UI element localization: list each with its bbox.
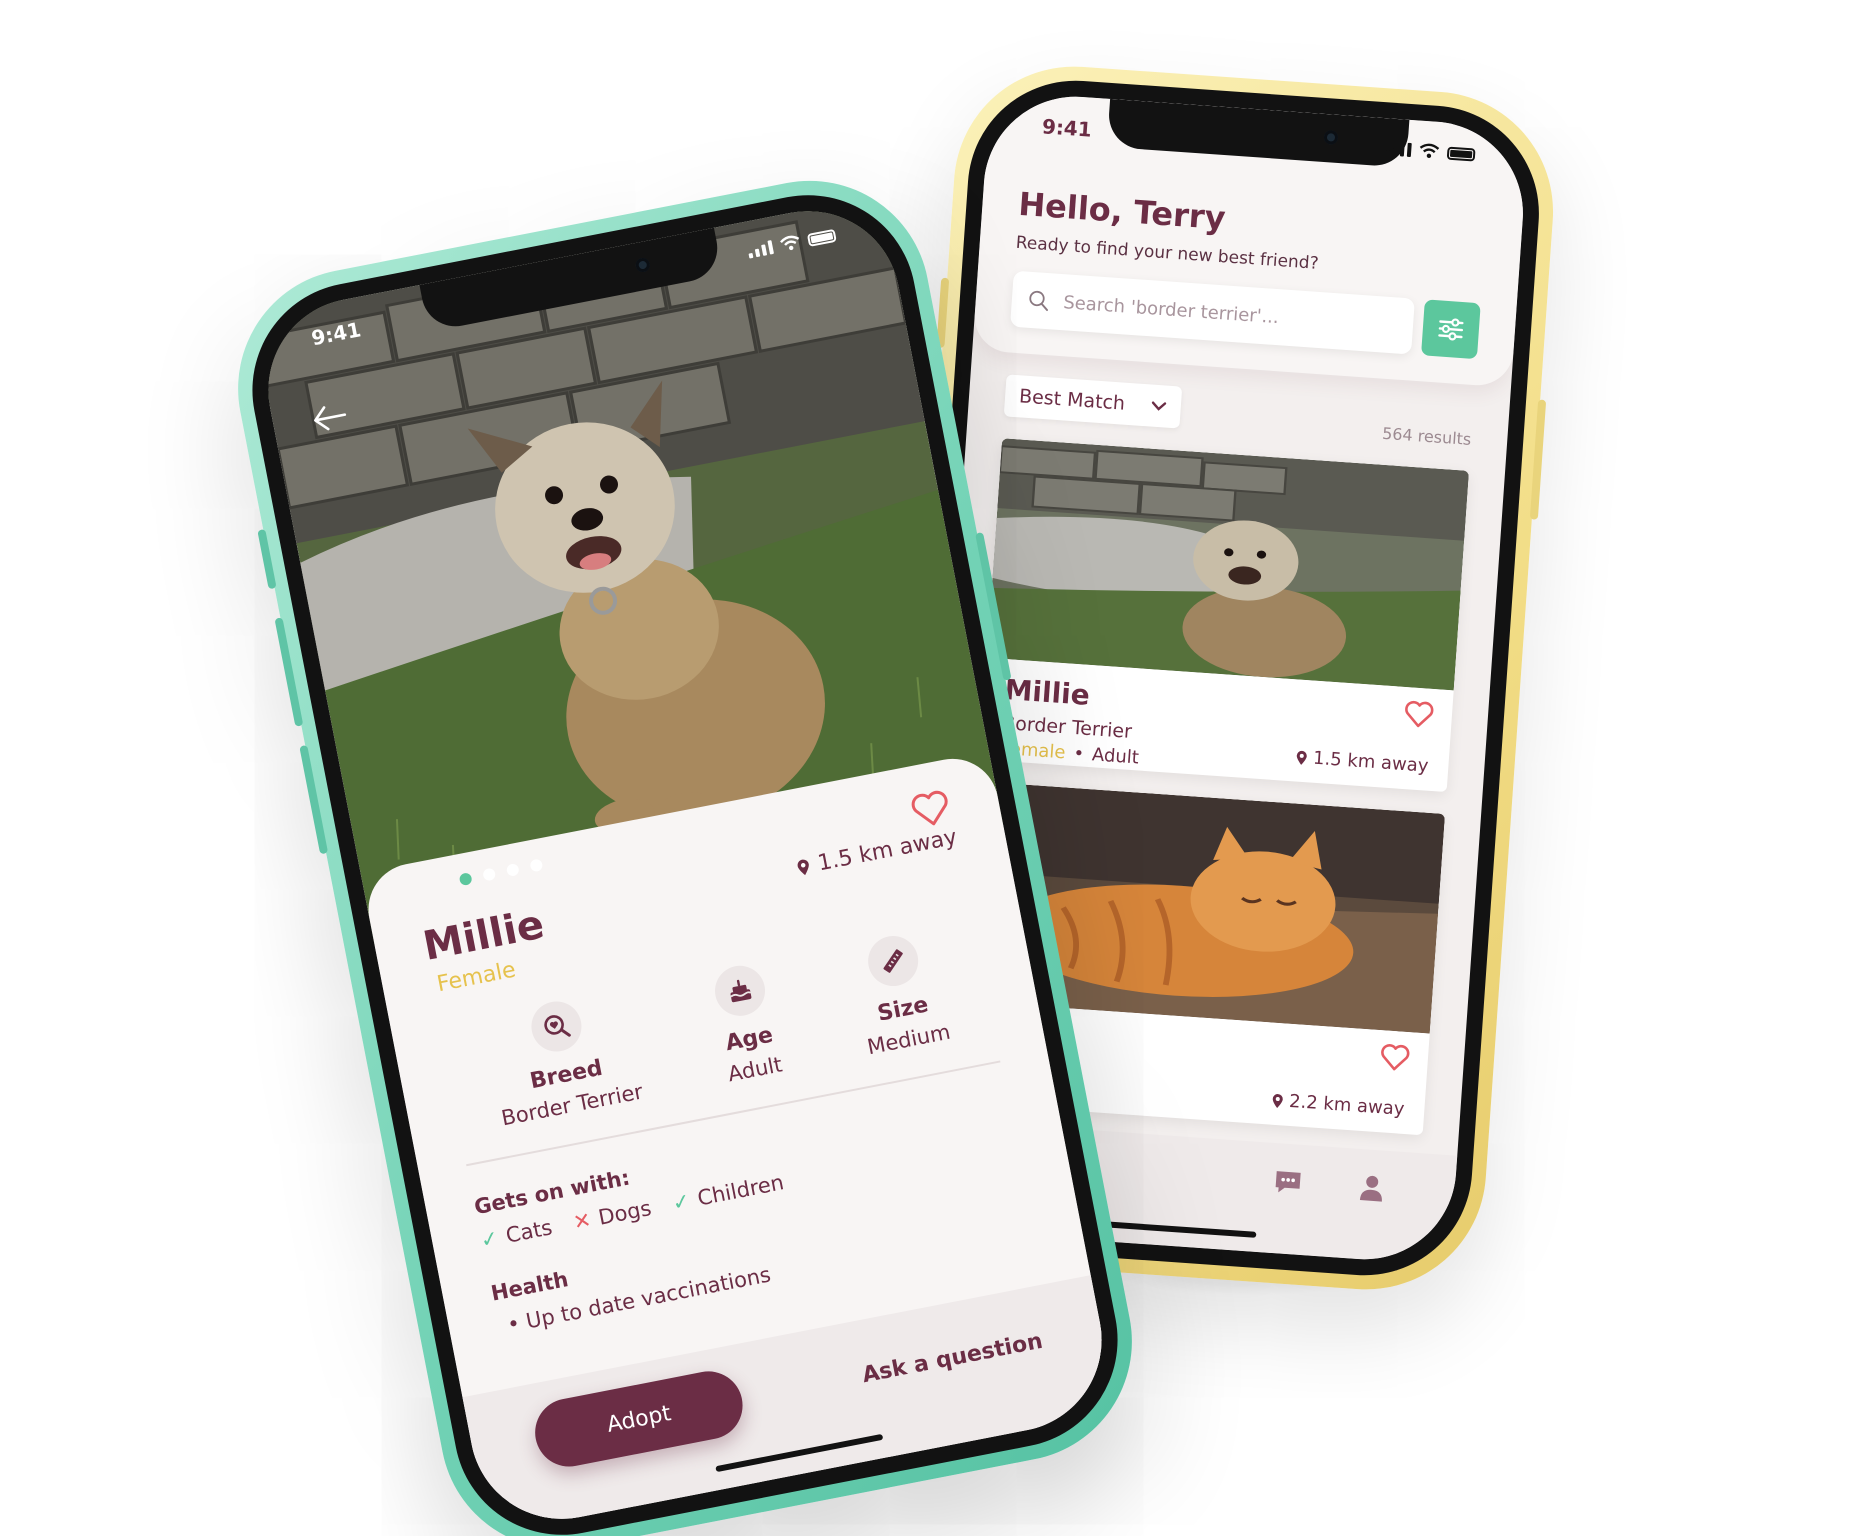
- pet-distance: 1.5 km away: [794, 825, 959, 881]
- compat-label: Children: [695, 1170, 786, 1211]
- search-input[interactable]: [1060, 290, 1398, 337]
- front-camera: [1323, 129, 1339, 145]
- chat-icon[interactable]: [1272, 1167, 1304, 1197]
- compat-item-cats: ✓ Cats: [479, 1215, 555, 1252]
- birthday-cake-icon: [730, 979, 752, 1003]
- check-icon: ✓: [478, 1225, 501, 1253]
- breed-search-icon: [544, 1015, 572, 1037]
- search-box[interactable]: [1010, 270, 1415, 355]
- attribute-breed: Breed Border Terrier: [482, 988, 645, 1130]
- filter-button[interactable]: [1421, 299, 1481, 360]
- location-pin-icon: [1272, 1093, 1283, 1108]
- compat-label: Cats: [503, 1215, 555, 1248]
- profile-icon[interactable]: [1358, 1173, 1386, 1203]
- pet-card-age: Adult: [1091, 744, 1140, 769]
- heart-icon[interactable]: [908, 788, 954, 831]
- meta-separator: •: [1072, 742, 1085, 765]
- attribute-age: Age Adult: [708, 961, 784, 1086]
- location-pin-icon: [797, 859, 809, 875]
- compat-item-dogs: ✕ Dogs: [571, 1196, 653, 1235]
- sort-dropdown-label: Best Match: [1018, 385, 1126, 415]
- carousel-dot[interactable]: [529, 858, 544, 873]
- bullet: •: [505, 1311, 523, 1338]
- attribute-label: Age: [723, 1022, 776, 1057]
- attribute-value: Adult: [725, 1052, 785, 1087]
- ask-question-link[interactable]: Ask a question: [860, 1328, 1045, 1387]
- sort-dropdown[interactable]: Best Match: [1003, 374, 1183, 429]
- battery-icon: [1446, 146, 1476, 162]
- results-count: 564 results: [1381, 423, 1472, 449]
- signal-icon: [1385, 141, 1412, 158]
- status-time: 9:41: [1041, 114, 1093, 142]
- wifi-icon: [1419, 143, 1440, 159]
- mute-switch: [257, 528, 277, 590]
- heart-icon[interactable]: [1379, 1042, 1411, 1072]
- pet-distance-text: 1.5 km away: [815, 824, 960, 877]
- compat-label: Dogs: [596, 1196, 654, 1230]
- pet-card-distance-text: 2.2 km away: [1288, 1090, 1406, 1120]
- sliders-icon: [1438, 318, 1464, 341]
- power-button: [1529, 399, 1547, 520]
- adopt-button[interactable]: Adopt: [529, 1365, 749, 1473]
- search-row: [1010, 270, 1481, 360]
- carousel-dot[interactable]: [482, 867, 497, 882]
- attribute-icon-bg: [527, 997, 587, 1056]
- cross-icon: ✕: [571, 1207, 594, 1235]
- ruler-icon: [883, 949, 904, 973]
- carousel-dot[interactable]: [505, 862, 520, 877]
- search-icon: [1029, 290, 1049, 312]
- attribute-icon-bg: [864, 931, 923, 991]
- heart-icon[interactable]: [1403, 699, 1435, 729]
- check-icon: ✓: [670, 1188, 693, 1216]
- chevron-down-icon: [1151, 401, 1167, 411]
- attribute-icon-bg: [710, 961, 770, 1021]
- pet-card[interactable]: Millie Border Terrier Female • Adult 1.5…: [979, 438, 1470, 793]
- attribute-size: Size Medium: [848, 928, 952, 1059]
- pet-card-distance: 2.2 km away: [1270, 1090, 1405, 1120]
- carousel-dot[interactable]: [458, 872, 473, 887]
- border-terrier-photo: [986, 438, 1470, 691]
- front-camera: [634, 256, 651, 274]
- location-pin-icon: [1296, 750, 1307, 765]
- mockup-stage: 9:41 Hello, Terry Ready to find your new…: [0, 0, 1860, 1536]
